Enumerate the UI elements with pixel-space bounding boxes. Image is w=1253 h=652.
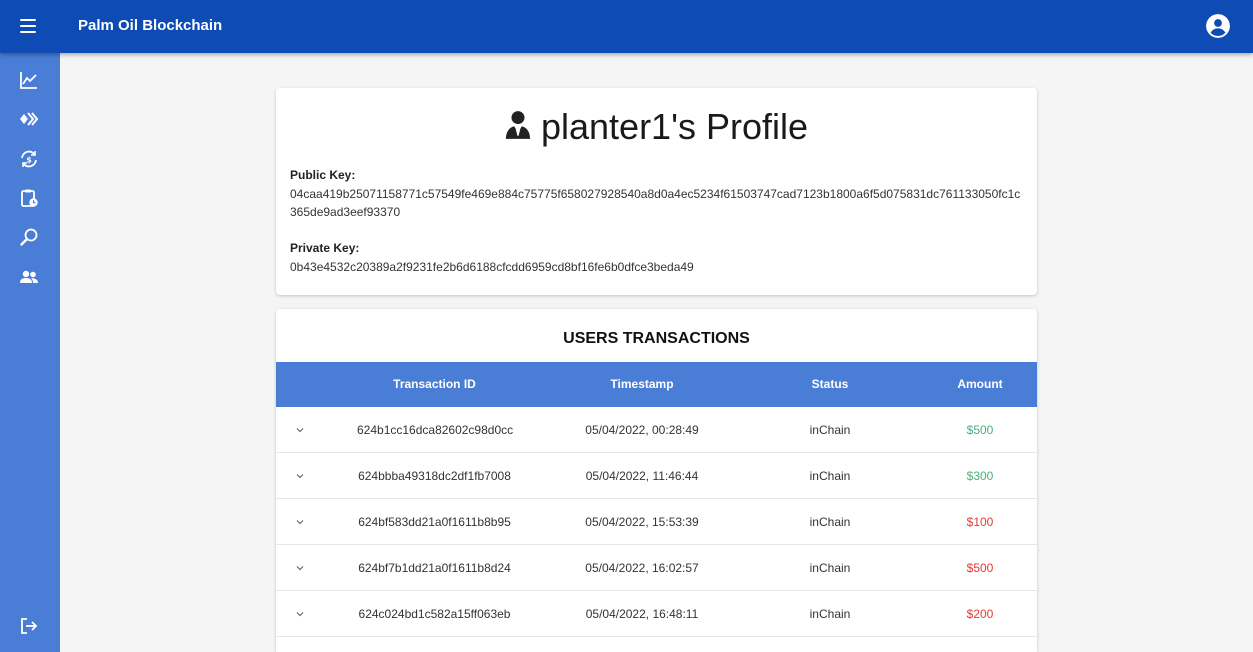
- app-title: Palm Oil Blockchain: [78, 17, 223, 34]
- chevron-down-icon[interactable]: [290, 558, 310, 578]
- chevron-down-icon[interactable]: [290, 512, 310, 532]
- amount-cell: $500: [966, 423, 994, 437]
- status-cell: inChain: [809, 423, 851, 437]
- column-header-timestamp[interactable]: Timestamp: [560, 362, 724, 407]
- timestamp-cell: 05/04/2022, 00:28:49: [585, 423, 699, 437]
- table-row[interactable]: 624c024bd1c582a15ff063eb 05/04/2022, 16:4…: [276, 591, 1037, 637]
- transaction-id-cell: 624bf583dd21a0f1611b8b95: [358, 515, 511, 529]
- table-row[interactable]: 624bbba49318dc2df1fb7008 05/04/2022, 11:4…: [276, 453, 1037, 499]
- hamburger-menu-icon[interactable]: [18, 15, 40, 37]
- table-row[interactable]: 624bf7b1dd21a0f1611b8d24 05/04/2022, 16:0…: [276, 545, 1037, 591]
- transaction-id-cell: 624bf7b1dd21a0f1611b8d24: [358, 561, 511, 575]
- profile-card: planter1's Profile Public Key: 04caa419b…: [276, 88, 1037, 295]
- chevron-down-icon[interactable]: [290, 604, 310, 624]
- profile-heading: planter1's Profile: [276, 106, 1037, 148]
- amount-cell: $100: [966, 515, 994, 529]
- table-header: Transaction ID Timestamp Status Amount: [276, 362, 1037, 407]
- app-bar: Palm Oil Blockchain: [0, 0, 1253, 53]
- logout-icon[interactable]: [18, 615, 40, 637]
- currency-exchange-icon[interactable]: $: [18, 148, 40, 170]
- status-cell: inChain: [809, 561, 851, 575]
- table-row[interactable]: 624b1cc16dca82602c98d0cc 05/04/2022, 00:2…: [276, 407, 1037, 453]
- status-cell: inChain: [809, 515, 851, 529]
- clipboard-clock-icon[interactable]: [18, 187, 40, 209]
- blockchain-icon[interactable]: [18, 108, 40, 130]
- table-row[interactable]: 624bf583dd21a0f1611b8b95 05/04/2022, 15:5…: [276, 499, 1037, 545]
- users-icon[interactable]: [18, 266, 40, 288]
- private-key-label: Private Key:: [290, 241, 360, 255]
- amount-cell: $200: [966, 607, 994, 621]
- svg-text:$: $: [26, 156, 32, 165]
- chevron-down-icon[interactable]: [290, 420, 310, 440]
- chart-line-icon[interactable]: [18, 69, 40, 91]
- transaction-id-cell: 624c024bd1c582a15ff063eb: [358, 607, 511, 621]
- column-header-status[interactable]: Status: [780, 362, 880, 407]
- private-key-value: 0b43e4532c20389a2f9231fe2b6d6188cfcdd695…: [290, 260, 694, 274]
- profile-title: planter1's Profile: [540, 106, 808, 147]
- public-key-label: Public Key:: [290, 168, 356, 182]
- public-key-value: 04caa419b25071158771c57549fe469e884c7577…: [290, 187, 1021, 219]
- transactions-card: USERS TRANSACTIONS Transaction ID Timest…: [276, 309, 1037, 652]
- timestamp-cell: 05/04/2022, 16:48:11: [585, 607, 699, 621]
- table-row[interactable]: [276, 637, 1037, 652]
- column-header-transaction-id[interactable]: Transaction ID: [357, 362, 512, 407]
- timestamp-cell: 05/04/2022, 16:02:57: [585, 561, 699, 575]
- account-circle-icon[interactable]: [1205, 13, 1231, 39]
- timestamp-cell: 05/04/2022, 15:53:39: [585, 515, 699, 529]
- amount-cell: $500: [966, 561, 994, 575]
- status-cell: inChain: [809, 469, 851, 483]
- search-icon[interactable]: [18, 226, 40, 248]
- transaction-id-cell: 624bbba49318dc2df1fb7008: [358, 469, 511, 483]
- sidebar: $: [0, 53, 60, 652]
- amount-cell: $300: [966, 469, 994, 483]
- transaction-id-cell: 624b1cc16dca82602c98d0cc: [357, 423, 514, 437]
- timestamp-cell: 05/04/2022, 11:46:44: [585, 469, 699, 483]
- user-tie-icon: [505, 110, 531, 145]
- status-cell: inChain: [809, 607, 851, 621]
- column-header-amount[interactable]: Amount: [930, 362, 1030, 407]
- chevron-down-icon[interactable]: [290, 466, 310, 486]
- transactions-title: USERS TRANSACTIONS: [563, 330, 750, 347]
